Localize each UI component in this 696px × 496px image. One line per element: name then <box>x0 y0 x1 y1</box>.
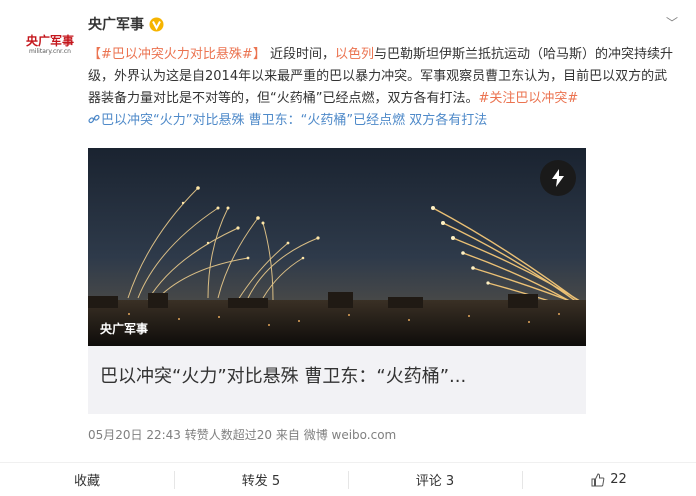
article-thumbnail: 央广军事 <box>88 148 586 346</box>
avatar-logo-text: 央广军事 <box>25 34 74 48</box>
post-text-part-1: 近段时间， <box>265 47 335 62</box>
card-brand-tag: 央广军事 <box>100 322 149 336</box>
comment-label: 评论 3 <box>415 474 455 489</box>
verified-v-icon <box>149 17 164 32</box>
topic-tag[interactable]: #巴以冲突火力对比悬殊# <box>101 47 253 62</box>
author-name[interactable]: 央广军事 <box>88 14 144 34</box>
post-bracket-open: 【 <box>88 47 102 62</box>
author-row: 央广军事 <box>88 14 164 34</box>
post-meta: 05月20日 22:43 转赞人数超过20 来自 微博 weibo.com <box>88 426 396 443</box>
comment-button[interactable]: 评论 3 <box>348 463 522 496</box>
favorite-button[interactable]: 收藏 <box>0 463 174 496</box>
chevron-down-icon[interactable]: ﹀ <box>666 14 678 31</box>
article-card[interactable]: 央广军事 巴以冲突“火力”对比悬殊 曹卫东：“火药桶”... <box>88 148 586 414</box>
like-button[interactable]: 22 <box>522 463 696 496</box>
card-title[interactable]: 巴以冲突“火力”对比悬殊 曹卫东：“火药桶”... <box>100 362 466 388</box>
avatar[interactable]: 央广军事 military.cnr.cn <box>22 17 78 73</box>
post-bracket-close: 】 <box>252 47 266 62</box>
lightning-icon[interactable] <box>540 160 576 196</box>
avatar-logo-url: military.cnr.cn <box>29 48 71 55</box>
action-bar: 收藏 转发 5 评论 3 22 <box>0 463 696 496</box>
like-count: 22 <box>610 472 627 487</box>
post-forward-note: 转赞人数超过20 <box>184 428 273 442</box>
link-israel[interactable]: 以色列 <box>335 47 374 62</box>
post-source: 来自 微博 weibo.com <box>275 428 397 442</box>
post-time[interactable]: 05月20日 22:43 <box>88 428 181 442</box>
favorite-label: 收藏 <box>73 474 100 489</box>
forward-button[interactable]: 转发 5 <box>174 463 348 496</box>
article-link[interactable]: 巴以冲突“火力”对比悬殊 曹卫东：“火药桶”已经点燃 双方各有打法 <box>88 113 487 128</box>
thumbs-up-icon <box>591 472 605 487</box>
forward-label: 转发 5 <box>241 474 281 489</box>
article-link-text: 巴以冲突“火力”对比悬殊 曹卫东：“火药桶”已经点燃 双方各有打法 <box>101 113 488 128</box>
topic-follow[interactable]: #关注巴以冲突# <box>478 91 578 106</box>
post-text: 【#巴以冲突火力对比悬殊#】 近段时间，以色列与巴勒斯坦伊斯兰抵抗运动（哈马斯）… <box>88 44 680 132</box>
